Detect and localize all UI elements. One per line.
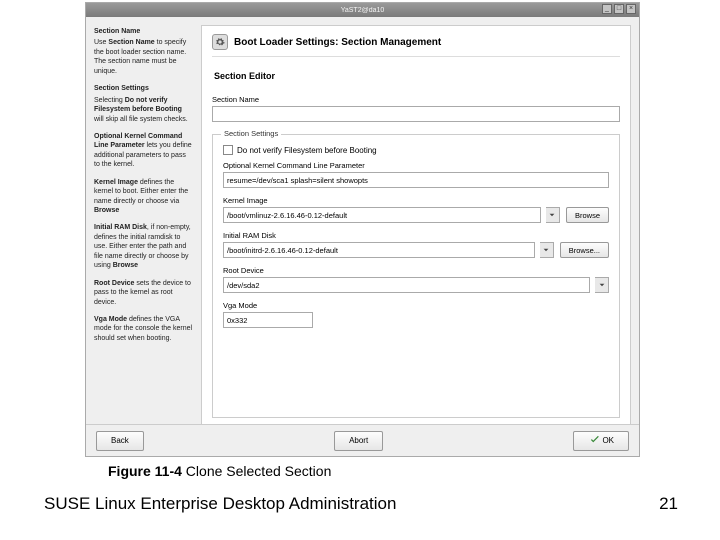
footer-title: SUSE Linux Enterprise Desktop Administra… — [44, 494, 396, 514]
verify-fs-label: Do not verify Filesystem before Booting — [237, 146, 377, 155]
help-sidebar: Section Name Use Section Name to specify… — [86, 17, 201, 424]
window-titlebar: YaST2@da10 _ □ × — [86, 3, 639, 17]
back-button[interactable]: Back — [96, 431, 144, 451]
section-settings-fieldset: Section Settings Do not verify Filesyste… — [212, 134, 620, 418]
sidebar-text: Selecting Do not verify Filesystem befor… — [94, 96, 193, 124]
main-header: Boot Loader Settings: Section Management — [212, 34, 620, 57]
sidebar-text: Optional Kernel Command Line Parameter l… — [94, 132, 193, 170]
yast-window: YaST2@da10 _ □ × Section Name Use Sectio… — [85, 2, 640, 457]
maximize-button[interactable]: □ — [614, 4, 624, 14]
main-pane: Boot Loader Settings: Section Management… — [201, 25, 631, 424]
initrd-label: Initial RAM Disk — [223, 231, 609, 240]
sidebar-text: Use Section Name to specify the boot loa… — [94, 38, 193, 76]
initrd-input[interactable] — [223, 242, 535, 258]
section-name-input[interactable] — [212, 106, 620, 122]
check-icon — [588, 433, 602, 449]
opt-kernel-label: Optional Kernel Command Line Parameter — [223, 161, 609, 170]
root-device-label: Root Device — [223, 266, 609, 275]
kernel-browse-button[interactable]: Browse — [566, 207, 609, 223]
initrd-row: Browse... — [223, 242, 609, 258]
window-title: YaST2@da10 — [341, 7, 385, 14]
gear-icon — [212, 34, 228, 50]
vga-mode-label: Vga Mode — [223, 301, 609, 310]
section-name-label: Section Name — [212, 95, 620, 104]
app-body: Section Name Use Section Name to specify… — [86, 17, 639, 424]
verify-fs-checkbox[interactable] — [223, 145, 233, 155]
sidebar-heading-section-name: Section Name — [94, 27, 193, 36]
figure-number: Figure 11-4 — [108, 463, 182, 479]
initrd-browse-button[interactable]: Browse... — [560, 242, 609, 258]
root-device-dropdown[interactable] — [595, 277, 609, 293]
initrd-dropdown[interactable] — [540, 242, 554, 258]
vga-mode-input[interactable] — [223, 312, 313, 328]
kernel-image-dropdown[interactable] — [546, 207, 560, 223]
kernel-image-label: Kernel Image — [223, 196, 609, 205]
root-device-row — [223, 277, 609, 293]
root-device-input[interactable] — [223, 277, 590, 293]
opt-kernel-input[interactable] — [223, 172, 609, 188]
figure-caption: Figure 11-4 Clone Selected Section — [108, 463, 331, 479]
minimize-button[interactable]: _ — [602, 4, 612, 14]
sidebar-heading-section-settings: Section Settings — [94, 84, 193, 93]
section-editor-title: Section Editor — [214, 71, 620, 81]
abort-button[interactable]: Abort — [334, 431, 383, 451]
figure-text: Clone Selected Section — [182, 463, 331, 479]
button-bar: Back Abort OK — [86, 424, 639, 456]
sidebar-text: Initial RAM Disk, if non-empty, defines … — [94, 223, 193, 270]
ok-button[interactable]: OK — [573, 431, 629, 451]
sidebar-text: Vga Mode defines the VGA mode for the co… — [94, 315, 193, 343]
page-title: Boot Loader Settings: Section Management — [234, 37, 441, 48]
window-controls: _ □ × — [602, 4, 636, 14]
close-button[interactable]: × — [626, 4, 636, 14]
verify-fs-row: Do not verify Filesystem before Booting — [223, 145, 609, 155]
page-number: 21 — [659, 494, 678, 514]
kernel-image-input[interactable] — [223, 207, 541, 223]
kernel-image-row: Browse — [223, 207, 609, 223]
sidebar-text: Root Device sets the device to pass to t… — [94, 279, 193, 307]
sidebar-text: Kernel Image defines the kernel to boot.… — [94, 178, 193, 216]
ok-label: OK — [602, 436, 614, 445]
fieldset-legend: Section Settings — [221, 129, 281, 138]
